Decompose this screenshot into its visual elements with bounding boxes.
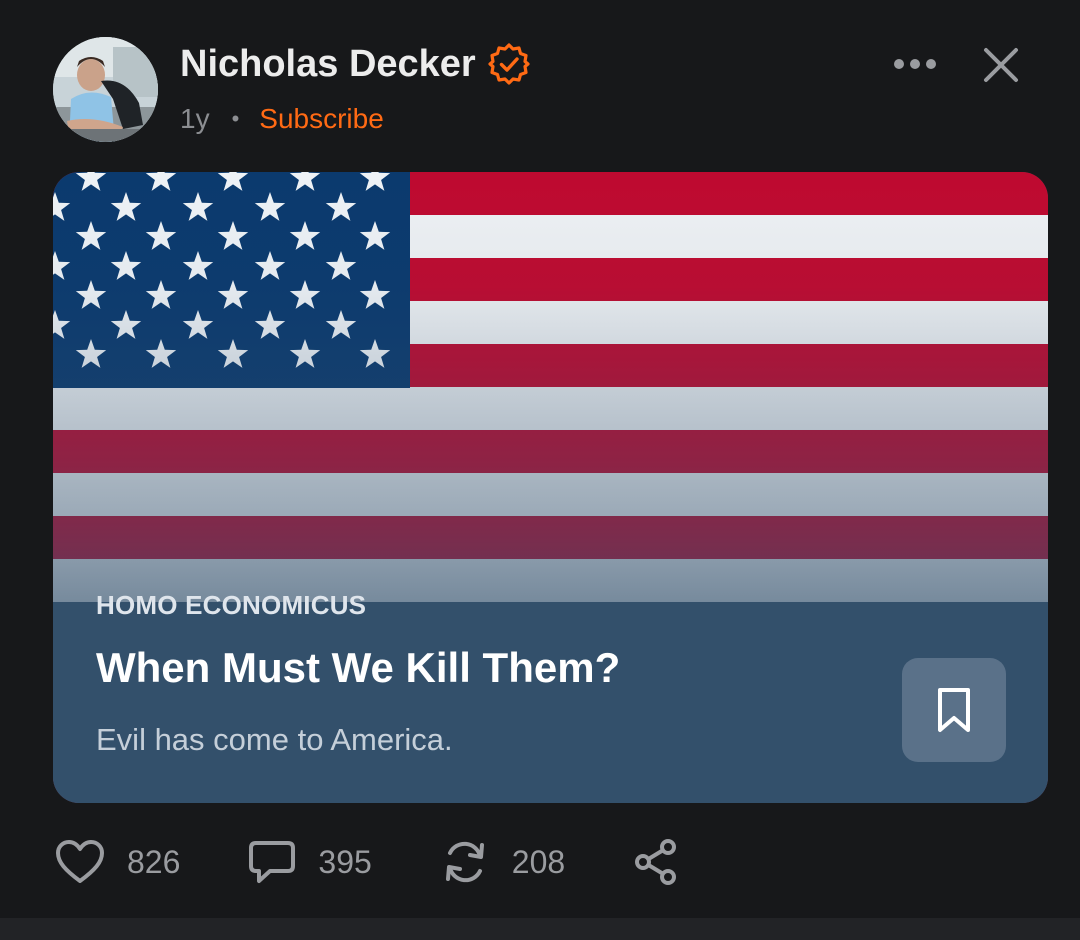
bookmark-button[interactable] bbox=[902, 658, 1006, 762]
author-avatar[interactable] bbox=[53, 37, 158, 142]
more-dots-icon bbox=[894, 59, 936, 69]
post-card-body: HOMO ECONOMICUS When Must We Kill Them? … bbox=[53, 172, 1048, 803]
more-options-button[interactable] bbox=[890, 44, 940, 84]
like-button[interactable]: 826 bbox=[55, 839, 180, 885]
share-button[interactable] bbox=[631, 837, 681, 887]
author-name-row[interactable]: Nicholas Decker bbox=[180, 38, 530, 90]
post-age: 1y bbox=[180, 103, 210, 134]
close-icon bbox=[984, 48, 1018, 82]
post-title[interactable]: When Must We Kill Them? bbox=[96, 644, 620, 692]
restack-count: 208 bbox=[511, 843, 566, 880]
meta-separator: • bbox=[231, 106, 240, 131]
comment-count: 395 bbox=[318, 843, 372, 880]
heart-icon bbox=[56, 840, 104, 883]
close-button[interactable] bbox=[980, 44, 1022, 86]
comment-icon bbox=[249, 841, 296, 883]
restack-icon bbox=[445, 841, 484, 883]
post-meta: 1y • Subscribe bbox=[180, 100, 384, 138]
bottom-divider bbox=[0, 918, 1080, 940]
restack-button[interactable]: 208 bbox=[440, 838, 565, 886]
post-subtitle: Evil has come to America. bbox=[96, 722, 453, 757]
like-count: 826 bbox=[127, 843, 181, 880]
avatar-photo bbox=[53, 37, 158, 142]
share-icon bbox=[635, 839, 677, 885]
verified-check-icon bbox=[488, 43, 530, 85]
author-name[interactable]: Nicholas Decker bbox=[180, 38, 476, 90]
comment-button[interactable]: 395 bbox=[248, 839, 372, 885]
publication-name[interactable]: HOMO ECONOMICUS bbox=[96, 590, 366, 621]
post-card[interactable]: HOMO ECONOMICUS When Must We Kill Them? … bbox=[53, 172, 1048, 803]
subscribe-link[interactable]: Subscribe bbox=[259, 100, 384, 138]
post-view: Nicholas Decker 1y • Subscribe HOMO ECON… bbox=[0, 0, 1080, 940]
post-actions: 826 395 208 bbox=[55, 834, 681, 890]
bookmark-icon bbox=[938, 688, 970, 732]
